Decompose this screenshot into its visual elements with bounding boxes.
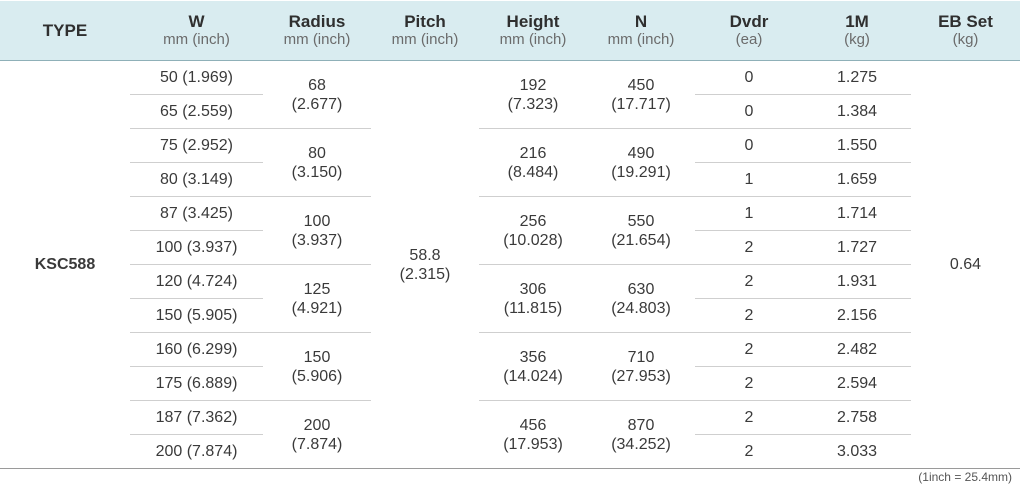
dvdr-cell: 1 <box>695 162 803 197</box>
pitch-cell: 58.8 (2.315) <box>371 60 479 469</box>
w-cell: 50 (1.969) <box>130 60 263 95</box>
w-cell: 120 (4.724) <box>130 264 263 299</box>
n-cell: 870 (34.252) <box>587 400 695 469</box>
w-cell: 87 (3.425) <box>130 196 263 231</box>
table-row: KSC588 50 (1.969) 68 (2.677) 58.8 (2.315) … <box>0 60 1020 469</box>
w-cell: 75 (2.952) <box>130 128 263 163</box>
dvdr-cell: 2 <box>695 230 803 265</box>
m1-cell: 1.275 <box>803 60 911 95</box>
radius-cell: 125 (4.921) <box>263 264 371 333</box>
dvdr-cell: 0 <box>695 94 803 129</box>
dvdr-cell: 2 <box>695 400 803 435</box>
table-row: 160 (6.299) 150 (5.906) 356 (14.024) 710 (2… <box>0 332 1020 401</box>
unit-footnote: (1inch = 25.4mm) <box>918 470 1012 484</box>
spec-table: TYPE Wmm (inch) Radius mm (inch) Pitch mm … <box>0 1 1020 469</box>
header-pitch: Pitch mm (inch) <box>371 1 479 61</box>
table-row: 87 (3.425) 100 (3.937) 256 (10.028) 550 (21… <box>0 196 1020 265</box>
dvdr-cell: 2 <box>695 298 803 333</box>
header-eb-set: EB Set (kg) <box>911 1 1020 61</box>
m1-cell: 1.550 <box>803 128 911 163</box>
header-row: TYPE Wmm (inch) Radius mm (inch) Pitch mm … <box>0 1 1020 61</box>
dvdr-cell: 2 <box>695 434 803 469</box>
m1-cell: 2.594 <box>803 366 911 401</box>
table-row: 75 (2.952) 80 (3.150) 216 (8.484) 490 (19.2… <box>0 128 1020 197</box>
radius-cell: 100 (3.937) <box>263 196 371 265</box>
n-cell: 630 (24.803) <box>587 264 695 333</box>
header-1m: 1M (kg) <box>803 1 911 61</box>
height-cell: 456 (17.953) <box>479 400 587 469</box>
m1-cell: 2.758 <box>803 400 911 435</box>
dvdr-cell: 2 <box>695 332 803 367</box>
n-cell: 710 (27.953) <box>587 332 695 401</box>
header-w: Wmm (inch) <box>130 1 263 61</box>
height-cell: 356 (14.024) <box>479 332 587 401</box>
height-cell: 306 (11.815) <box>479 264 587 333</box>
n-cell: 450 (17.717) <box>587 60 695 129</box>
radius-cell: 200 (7.874) <box>263 400 371 469</box>
w-cell: 200 (7.874) <box>130 434 263 469</box>
m1-cell: 1.384 <box>803 94 911 129</box>
dvdr-cell: 1 <box>695 196 803 231</box>
m1-cell: 1.931 <box>803 264 911 299</box>
table-row: 187 (7.362) 200 (7.874) 456 (17.953) 870 (3… <box>0 400 1020 469</box>
m1-cell: 1.727 <box>803 230 911 265</box>
m1-cell: 3.033 <box>803 434 911 469</box>
m1-cell: 1.659 <box>803 162 911 197</box>
radius-cell: 150 (5.906) <box>263 332 371 401</box>
n-cell: 490 (19.291) <box>587 128 695 197</box>
table-row: 120 (4.724) 125 (4.921) 306 (11.815) 630 (2… <box>0 264 1020 333</box>
radius-cell: 80 (3.150) <box>263 128 371 197</box>
radius-cell: 68 (2.677) <box>263 60 371 129</box>
w-cell: 187 (7.362) <box>130 400 263 435</box>
dvdr-cell: 2 <box>695 264 803 299</box>
header-dvdr: Dvdr (ea) <box>695 1 803 61</box>
type-cell: KSC588 <box>0 60 130 469</box>
w-cell: 65 (2.559) <box>130 94 263 129</box>
w-cell: 150 (5.905) <box>130 298 263 333</box>
m1-cell: 1.714 <box>803 196 911 231</box>
height-cell: 192 (7.323) <box>479 60 587 129</box>
n-cell: 550 (21.654) <box>587 196 695 265</box>
w-cell: 160 (6.299) <box>130 332 263 367</box>
header-type: TYPE <box>0 1 130 61</box>
w-cell: 175 (6.889) <box>130 366 263 401</box>
dvdr-cell: 0 <box>695 60 803 95</box>
w-cell: 80 (3.149) <box>130 162 263 197</box>
m1-cell: 2.482 <box>803 332 911 367</box>
header-height: Height mm (inch) <box>479 1 587 61</box>
header-radius: Radius mm (inch) <box>263 1 371 61</box>
dvdr-cell: 2 <box>695 366 803 401</box>
header-n: Nmm (inch) <box>587 1 695 61</box>
w-cell: 100 (3.937) <box>130 230 263 265</box>
dvdr-cell: 0 <box>695 128 803 163</box>
eb-set-cell: 0.64 <box>911 60 1020 469</box>
m1-cell: 2.156 <box>803 298 911 333</box>
height-cell: 256 (10.028) <box>479 196 587 265</box>
height-cell: 216 (8.484) <box>479 128 587 197</box>
